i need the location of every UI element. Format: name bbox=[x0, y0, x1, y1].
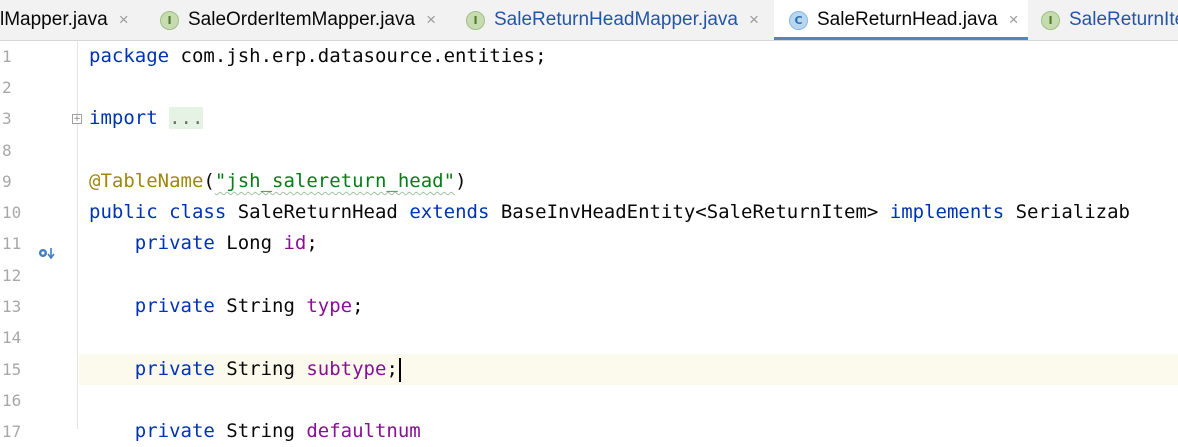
tab-lmapper[interactable]: lMapper.java × bbox=[0, 0, 150, 40]
semicolon: ; bbox=[306, 232, 318, 254]
code-line: private Long id; bbox=[79, 228, 1178, 259]
line-number: 10 bbox=[2, 203, 22, 222]
tab-salereturnheadmapper[interactable]: I SaleReturnHeadMapper.java × bbox=[456, 0, 774, 40]
line-number: 13 bbox=[2, 297, 22, 316]
line-number: 14 bbox=[2, 328, 22, 347]
close-icon[interactable]: × bbox=[1009, 10, 1019, 30]
type-name: Long bbox=[214, 232, 284, 254]
line-number: 1 bbox=[2, 47, 12, 66]
tab-label: SaleReturnIte bbox=[1069, 9, 1178, 30]
current-code-line: private String subtype; bbox=[79, 354, 1178, 385]
close-icon[interactable]: × bbox=[119, 10, 129, 30]
close-icon[interactable]: × bbox=[749, 10, 759, 30]
code-line: import ... bbox=[79, 103, 1178, 134]
base-class: BaseInvHeadEntity<SaleReturnItem> bbox=[489, 201, 890, 223]
text-caret bbox=[398, 357, 401, 382]
type-name: String bbox=[214, 295, 307, 317]
keyword: private bbox=[134, 295, 215, 317]
semicolon: ; bbox=[386, 358, 398, 380]
type-name: String bbox=[214, 420, 307, 442]
class-icon: C bbox=[789, 10, 808, 30]
implements-gutter-icon[interactable] bbox=[38, 246, 56, 266]
line-number: 3 bbox=[2, 109, 12, 128]
tab-label: SaleOrderItemMapper.java bbox=[188, 9, 416, 30]
tab-saleorderitemmapper[interactable]: I SaleOrderItemMapper.java × bbox=[150, 0, 456, 40]
keyword: implements bbox=[889, 201, 1005, 223]
paren: ( bbox=[203, 170, 215, 192]
line-number: 17 bbox=[2, 422, 22, 441]
interface-icon: I bbox=[466, 10, 485, 30]
interface-name: Serializab bbox=[1004, 201, 1130, 223]
class-name: SaleReturnHead bbox=[226, 201, 410, 223]
code-editor[interactable]: package com.jsh.erp.datasource.entities;… bbox=[79, 41, 1178, 442]
line-number: 15 bbox=[2, 360, 22, 379]
line-number: 16 bbox=[2, 391, 22, 410]
line-number: 12 bbox=[2, 266, 22, 285]
paren: ) bbox=[455, 170, 467, 192]
keyword: private bbox=[134, 232, 215, 254]
type-name: String bbox=[214, 358, 307, 380]
code-line: private String defaultnum bbox=[79, 416, 1178, 447]
code-line: public class SaleReturnHead extends Base… bbox=[79, 197, 1178, 228]
line-number: 8 bbox=[2, 141, 12, 160]
tab-salereturnitem[interactable]: I SaleReturnIte bbox=[1028, 0, 1178, 40]
string-literal: "jsh_salereturn_head" bbox=[214, 170, 456, 192]
tab-label: SaleReturnHead.java bbox=[817, 9, 998, 30]
code-line: private String type; bbox=[79, 291, 1178, 322]
line-number: 11 bbox=[2, 234, 22, 253]
keyword: private bbox=[134, 358, 215, 380]
line-number: 9 bbox=[2, 172, 12, 191]
annotation: @TableName bbox=[89, 170, 204, 192]
field-name: id bbox=[283, 232, 307, 254]
interface-icon: I bbox=[1041, 10, 1060, 30]
interface-icon: I bbox=[160, 10, 179, 30]
field-name: defaultnum bbox=[306, 420, 421, 442]
keyword: package bbox=[89, 45, 170, 67]
code-line: @TableName("jsh_salereturn_head") bbox=[79, 166, 1178, 197]
semicolon: ; bbox=[352, 295, 364, 317]
editor-tab-bar: lMapper.java × I SaleOrderItemMapper.jav… bbox=[0, 0, 1178, 41]
keyword: public class bbox=[89, 201, 227, 223]
field-name: subtype bbox=[306, 358, 387, 380]
keyword: private bbox=[134, 420, 215, 442]
close-icon[interactable]: × bbox=[426, 10, 436, 30]
keyword: import bbox=[89, 107, 158, 129]
keyword: extends bbox=[409, 201, 490, 223]
tab-salereturnhead[interactable]: C SaleReturnHead.java × bbox=[774, 0, 1028, 40]
line-number-gutter: 1 2 3 8 9 10 11 12 13 14 15 16 17 bbox=[0, 41, 78, 441]
tab-label: SaleReturnHeadMapper.java bbox=[494, 9, 738, 30]
line-number: 2 bbox=[2, 78, 12, 97]
code-line: package com.jsh.erp.datasource.entities; bbox=[79, 41, 1178, 72]
field-name: type bbox=[306, 295, 353, 317]
folded-imports[interactable]: ... bbox=[169, 107, 204, 129]
package-name: com.jsh.erp.datasource.entities; bbox=[169, 45, 547, 67]
tab-label: lMapper.java bbox=[0, 9, 108, 30]
